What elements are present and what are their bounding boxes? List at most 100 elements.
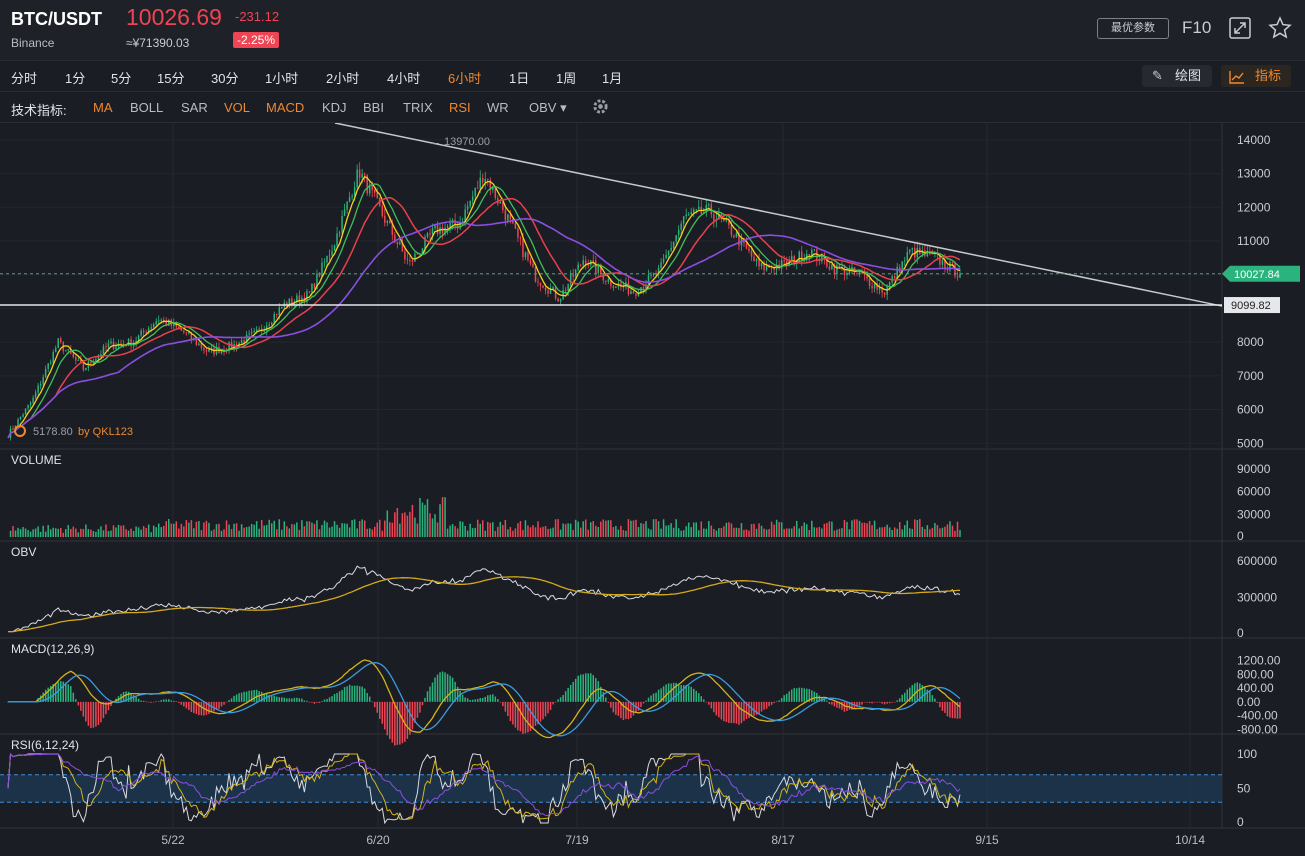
volume-bar — [813, 527, 816, 537]
optimal-params-button[interactable]: 最优参数 — [1097, 18, 1169, 39]
chart-canvas[interactable]: VOLUME OBV MACD(12,26,9) RSI(6,12,24) ← 139… — [0, 123, 1305, 856]
volume-bar — [102, 530, 105, 537]
timeframe-11[interactable]: 1月 — [602, 68, 622, 87]
candle-body — [436, 224, 439, 234]
volume-bar — [559, 529, 562, 537]
macd-histogram-bar — [507, 701, 509, 717]
indicator-bbi[interactable]: BBI — [363, 100, 384, 115]
indicator-rsi[interactable]: RSI — [449, 100, 471, 115]
candle-body — [783, 260, 785, 262]
candle-body — [577, 264, 579, 270]
timeframe-5[interactable]: 1小时 — [265, 68, 298, 87]
line-chart-icon — [1229, 69, 1245, 91]
candle-body — [597, 265, 600, 274]
macd-histogram-bar — [208, 701, 210, 714]
indicator-boll[interactable]: BOLL — [130, 100, 163, 115]
macd-histogram-bar — [90, 701, 92, 729]
candle-body — [469, 200, 471, 207]
macd-histogram-bar — [147, 701, 150, 703]
indicator-ma[interactable]: MA — [93, 100, 113, 115]
macd-histogram-bar — [92, 701, 95, 728]
macd-histogram-bar — [765, 701, 768, 709]
volume-bar — [17, 527, 19, 537]
volume-bar — [240, 524, 243, 537]
timeframe-8[interactable]: 6小时 — [448, 68, 481, 87]
macd-histogram-bar — [893, 701, 896, 703]
macd-histogram-bar — [728, 701, 730, 723]
candle-body — [713, 214, 715, 221]
indicator-vol[interactable]: VOL — [224, 100, 250, 115]
indicator-wr[interactable]: WR — [487, 100, 509, 115]
macd-histogram-bar — [230, 698, 233, 702]
volume-bar — [790, 528, 793, 537]
timeframe-1[interactable]: 1分 — [65, 68, 85, 87]
macd-histogram-bar — [539, 701, 542, 722]
volume-bar — [326, 522, 328, 537]
timeframe-2[interactable]: 5分 — [111, 68, 131, 87]
volume-bar — [190, 520, 193, 537]
volume-bar — [155, 527, 157, 537]
volume-bar — [758, 523, 760, 537]
macd-histogram-bar — [607, 701, 610, 703]
volume-bar — [929, 529, 931, 537]
timeframe-7[interactable]: 4小时 — [387, 68, 420, 87]
macd-histogram-bar — [572, 681, 574, 702]
candle-body — [333, 245, 336, 251]
macd-histogram-bar — [142, 700, 145, 702]
volume-bar — [595, 525, 597, 537]
timeframe-0[interactable]: 分时 — [11, 68, 37, 87]
volume-bar — [47, 525, 49, 537]
macd-histogram-bar — [549, 701, 552, 710]
timeframe-10[interactable]: 1周 — [556, 68, 576, 87]
volume-bar — [471, 528, 474, 537]
macd-histogram-bar — [758, 701, 760, 714]
volume-bar — [162, 525, 165, 537]
volume-bar — [469, 523, 471, 537]
timeframe-4[interactable]: 30分 — [211, 68, 238, 87]
macd-histogram-bar — [798, 687, 800, 702]
indicators-label: 技术指标: — [11, 103, 67, 118]
volume-bar — [308, 521, 311, 537]
panel-axis-label: 300000 — [1237, 591, 1277, 605]
macd-histogram-bar — [140, 700, 142, 702]
macd-histogram-bar — [47, 687, 49, 702]
indicator-macd[interactable]: MACD — [266, 100, 304, 115]
indicator-tool-button[interactable]: 指标 — [1221, 65, 1291, 87]
volume-bar — [125, 529, 127, 537]
macd-histogram-bar — [584, 673, 587, 702]
indicator-obv[interactable]: OBV ▾ — [529, 100, 567, 116]
f10-button[interactable]: F10 — [1182, 18, 1211, 38]
volume-bar — [919, 519, 921, 537]
macd-histogram-bar — [723, 701, 725, 722]
volume-bar — [316, 520, 318, 537]
indicator-sar[interactable]: SAR — [181, 100, 208, 115]
volume-bar — [270, 523, 273, 537]
volume-bar — [921, 526, 924, 537]
macd-histogram-bar — [296, 697, 298, 702]
settings-gear-icon[interactable] — [592, 98, 609, 120]
volume-bar — [572, 529, 574, 537]
volume-bar — [672, 527, 675, 537]
timeframe-6[interactable]: 2小时 — [326, 68, 359, 87]
macd-histogram-bar — [379, 701, 381, 719]
indicator-kdj[interactable]: KDJ — [322, 100, 347, 115]
expand-icon[interactable] — [1229, 17, 1251, 44]
star-icon[interactable] — [1268, 16, 1292, 45]
macd-histogram-bar — [386, 701, 389, 736]
candle-body — [273, 313, 276, 323]
timeframe-3[interactable]: 15分 — [157, 68, 184, 87]
macd-histogram-bar — [283, 697, 286, 702]
volume-bar — [77, 532, 80, 537]
volume-bar — [939, 528, 941, 537]
macd-histogram-bar — [886, 701, 888, 704]
macd-histogram-bar — [605, 697, 607, 702]
indicator-trix[interactable]: TRIX — [403, 100, 433, 115]
x-tick-label: 9/15 — [975, 833, 999, 847]
price-axis-label: 14000 — [1237, 133, 1271, 147]
volume-bar — [891, 529, 893, 537]
volume-bar — [49, 529, 52, 537]
timeframe-9[interactable]: 1日 — [509, 68, 529, 87]
volume-bar — [466, 530, 469, 537]
draw-tool-button[interactable]: ✎ 绘图 — [1142, 65, 1212, 87]
macd-histogram-bar — [801, 687, 803, 702]
